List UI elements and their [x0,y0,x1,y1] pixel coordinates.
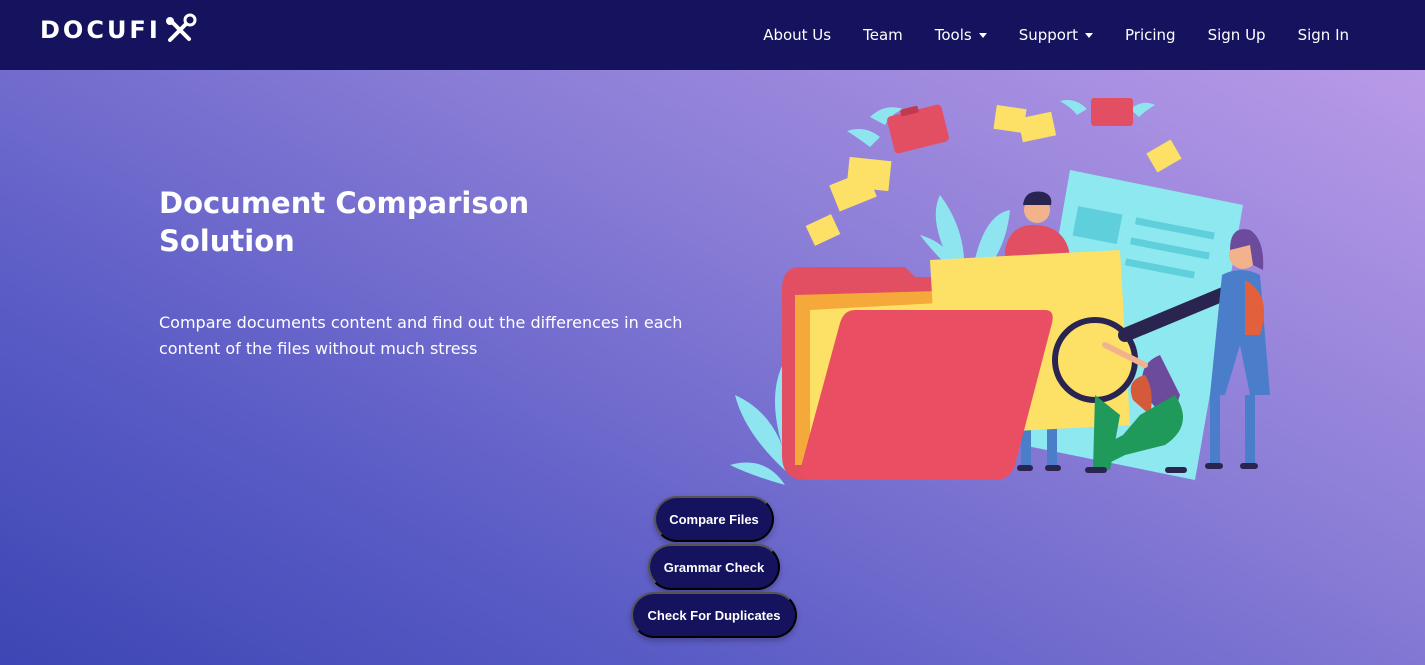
caret-down-icon [978,32,987,38]
navbar: DOCUFI About Us Team Tools Support Prici… [0,0,1425,70]
main-nav: About Us Team Tools Support Pricing Sign… [747,0,1365,70]
nav-sign-in[interactable]: Sign In [1282,26,1365,44]
hero-section: Document Comparison Solution Compare doc… [0,70,1425,665]
caret-down-icon [1085,32,1094,38]
nav-sign-up[interactable]: Sign Up [1192,26,1282,44]
nav-support-dropdown[interactable]: Support [1003,26,1109,44]
nav-team[interactable]: Team [847,26,919,44]
check-for-duplicates-button[interactable]: Check For Duplicates [631,592,797,638]
hero-description: Compare documents content and find out t… [159,313,683,358]
nav-pricing[interactable]: Pricing [1109,26,1192,44]
brand-logo[interactable]: DOCUFI [40,13,197,46]
document-comparison-illustration [730,98,1270,485]
compare-files-button[interactable]: Compare Files [654,496,774,542]
brand-name: DOCUFI [40,16,161,44]
nav-about-us[interactable]: About Us [747,26,847,44]
grammar-check-button[interactable]: Grammar Check [648,544,780,590]
flying-folder-icon [1060,98,1155,126]
flying-folder-icon [847,104,949,154]
nav-tools-dropdown[interactable]: Tools [919,26,1003,44]
tools-icon [165,13,197,42]
hero-title: Document Comparison Solution [159,186,530,258]
